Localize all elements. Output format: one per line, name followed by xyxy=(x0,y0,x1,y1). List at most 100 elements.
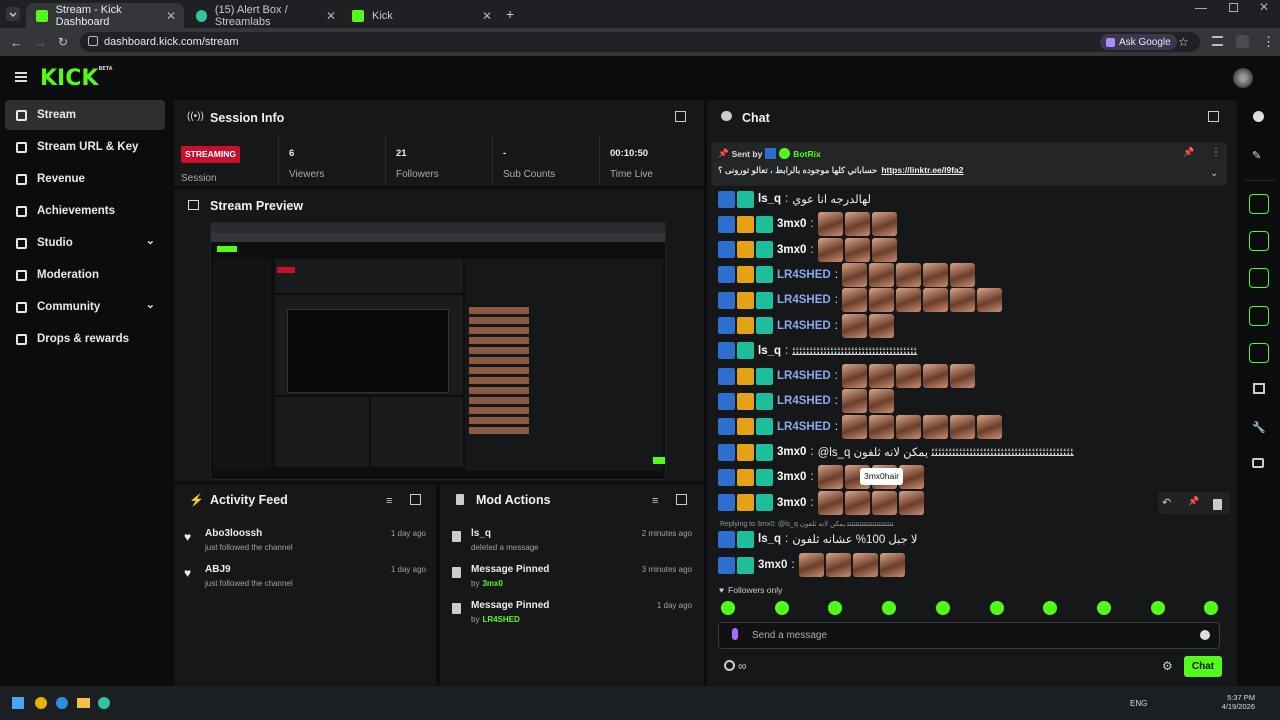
emote-image[interactable] xyxy=(949,288,975,313)
quick-emote-icon[interactable] xyxy=(990,601,1004,615)
emote-image[interactable] xyxy=(841,389,867,414)
chat-message[interactable]: ls_q: ﺌﺌﺌﺌﺌﺌﺌﺌﺌﺌﺌﺌﺌﺌﺌﺌﺌﺌﺌﺌﺌﺌﺌﺌﺌﺌﺌﺌﺌﺌﺌﺌﺌﺌﺌ… xyxy=(718,339,917,363)
emote-image[interactable] xyxy=(949,414,975,439)
close-tab-icon[interactable]: ✕ xyxy=(166,9,176,23)
language-indicator[interactable]: ENG xyxy=(1130,699,1147,708)
chat-message[interactable]: 3mx0: xyxy=(718,212,899,237)
emote-image[interactable] xyxy=(895,364,921,389)
list-item[interactable]: Message Pinned by LR4SHED 1 day ago xyxy=(448,600,694,630)
emote-image[interactable] xyxy=(922,262,948,287)
chat-username[interactable]: ls_q xyxy=(758,345,781,357)
popout-icon[interactable] xyxy=(675,111,686,122)
emote-image[interactable] xyxy=(841,262,867,287)
chat-message[interactable]: 3mx0: xyxy=(718,490,926,515)
emote-image[interactable] xyxy=(895,414,921,439)
emote-image[interactable] xyxy=(976,414,1002,439)
chat-username[interactable]: LR4SHED xyxy=(777,395,831,407)
pin-message-icon[interactable]: 📌 xyxy=(1188,496,1208,512)
maximize-button[interactable] xyxy=(1229,3,1238,12)
popout-icon[interactable] xyxy=(410,494,421,505)
camera-icon[interactable] xyxy=(1249,194,1269,214)
quick-emote-icon[interactable] xyxy=(936,601,950,615)
lightning-icon[interactable] xyxy=(1249,231,1269,251)
chat-username[interactable]: LR4SHED xyxy=(777,294,831,306)
emote-image[interactable] xyxy=(871,237,897,262)
moderator-name[interactable]: 3mx0 xyxy=(482,579,502,588)
chat-message[interactable]: 3mx0: @ls_q ﺌﺌﺌﺌﺌﺌﺌﺌﺌﺌﺌﺌﺌﺌﺌﺌﺌﺌﺌﺌﺌﺌﺌﺌﺌﺌﺌﺌﺌ… xyxy=(718,440,1074,464)
document-icon[interactable] xyxy=(1249,268,1269,288)
points-icon[interactable] xyxy=(724,660,735,671)
tv-icon[interactable] xyxy=(1252,458,1264,468)
list-item[interactable]: Message Pinned by 3mx0 3 minutes ago xyxy=(448,564,694,594)
chat-message[interactable]: ls_q: لهالدرجه انا عوي xyxy=(718,187,871,211)
sidebar-item-stream[interactable]: Stream xyxy=(5,100,165,130)
chat-username[interactable]: ls_q xyxy=(758,533,781,545)
emote-image[interactable] xyxy=(798,553,824,577)
pinned-link[interactable]: https://linktr.ee/l9fa2 xyxy=(881,165,963,176)
filter-icon[interactable]: ≡ xyxy=(652,495,658,507)
ask-google-button[interactable]: Ask Google xyxy=(1100,34,1177,50)
emote-image[interactable] xyxy=(949,262,975,287)
tab-alert-box[interactable]: (15) Alert Box / Streamlabs ✕ xyxy=(186,3,344,28)
quick-emote-icon[interactable] xyxy=(775,601,789,615)
sidebar-item-community[interactable]: Community ⌄ xyxy=(5,292,165,322)
site-info-icon[interactable] xyxy=(88,36,98,46)
reply-icon[interactable]: ↶ xyxy=(1162,496,1182,512)
chat-username[interactable]: ls_q xyxy=(758,193,781,205)
chat-username[interactable]: 3mx0 xyxy=(777,471,806,483)
chat-username[interactable]: LR4SHED xyxy=(777,320,831,332)
layout-icon[interactable] xyxy=(1253,383,1265,394)
chat-message[interactable]: ls_q: لا جبل 100% عشانه ثلفون xyxy=(718,527,917,551)
tab-stream-dashboard[interactable]: Stream - Kick Dashboard ✕ xyxy=(26,3,184,28)
browser-menu-icon[interactable]: ⋮ xyxy=(1262,34,1275,50)
stream-preview-video[interactable] xyxy=(210,222,666,480)
chat-username[interactable]: 3mx0 xyxy=(777,244,806,256)
emote-image[interactable] xyxy=(841,288,867,313)
emote-image[interactable] xyxy=(841,414,867,439)
emote-image[interactable] xyxy=(841,313,867,338)
streamlabs-taskbar-icon[interactable] xyxy=(98,697,110,709)
sidebar-item-studio[interactable]: Studio ⌄ xyxy=(5,228,165,258)
quick-emote-icon[interactable] xyxy=(1097,601,1111,615)
chrome-taskbar-icon[interactable] xyxy=(35,697,47,709)
chevron-down-icon[interactable]: ⌄ xyxy=(146,234,155,247)
emote-image[interactable] xyxy=(868,262,894,287)
edit-icon[interactable]: ✎ xyxy=(1252,149,1261,162)
emote-image[interactable] xyxy=(844,212,870,237)
sidebar-item-drops-rewards[interactable]: Drops & rewards xyxy=(5,324,165,354)
sidebar-item-revenue[interactable]: Revenue xyxy=(5,164,165,194)
emote-image[interactable] xyxy=(949,364,975,389)
chat-message[interactable]: LR4SHED: xyxy=(718,262,977,287)
emote-image[interactable] xyxy=(922,364,948,389)
bookmark-star-icon[interactable]: ☆ xyxy=(1178,35,1189,49)
sidebar-item-stream-url-key[interactable]: Stream URL & Key xyxy=(5,132,165,162)
forward-button[interactable]: → xyxy=(34,35,47,50)
hamburger-menu-icon[interactable] xyxy=(15,72,27,82)
emote-image[interactable] xyxy=(898,490,924,515)
emote-image[interactable] xyxy=(868,364,894,389)
chat-username[interactable]: 3mx0 xyxy=(777,218,806,230)
sidebar-item-moderation[interactable]: Moderation xyxy=(5,260,165,290)
chat-username[interactable]: LR4SHED xyxy=(777,370,831,382)
unpin-icon[interactable]: 📌 xyxy=(1183,147,1194,158)
popout-icon[interactable] xyxy=(1208,111,1219,122)
filter-icon[interactable]: ≡ xyxy=(386,495,392,507)
emote-image[interactable] xyxy=(868,414,894,439)
list-item[interactable]: ls_q deleted a message 2 minutes ago xyxy=(448,528,694,558)
emote-image[interactable] xyxy=(868,389,894,414)
emote-image[interactable] xyxy=(844,237,870,262)
moderator-name[interactable]: LR4SHED xyxy=(482,615,519,624)
emote-image[interactable] xyxy=(871,490,897,515)
emote-image[interactable] xyxy=(895,288,921,313)
emote-image[interactable] xyxy=(868,313,894,338)
minimize-button[interactable] xyxy=(1195,8,1207,9)
chat-settings-icon[interactable]: ⚙ xyxy=(1162,659,1173,673)
emote-image[interactable] xyxy=(817,490,843,515)
tab-kick[interactable]: Kick ✕ xyxy=(342,3,500,28)
avatar[interactable] xyxy=(1233,68,1253,88)
emote-image[interactable] xyxy=(922,288,948,313)
emote-image[interactable] xyxy=(817,237,843,262)
list-item[interactable]: ♥ ABJ9 just followed the channel 1 day ago xyxy=(182,564,428,594)
emoji-icon[interactable] xyxy=(1200,630,1210,640)
quick-emote-icon[interactable] xyxy=(1043,601,1057,615)
